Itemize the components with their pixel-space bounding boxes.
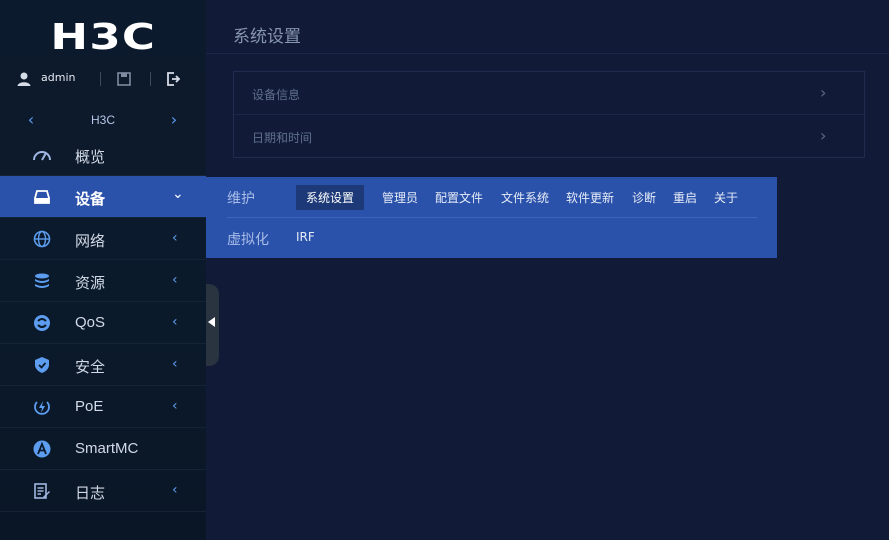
smartmc-icon (33, 440, 51, 458)
nav-label: 网络 (75, 233, 106, 250)
database-icon (35, 273, 49, 288)
divider (150, 72, 151, 86)
nav-caret (172, 440, 184, 456)
nav-item-smartmc[interactable]: SmartMC (0, 428, 206, 470)
submenu-link-diagnostics[interactable]: 诊断 (632, 189, 656, 206)
user-bar: admin (0, 66, 206, 92)
submenu-link-system-settings[interactable]: 系统设置 (296, 185, 365, 210)
nav-label: 日志 (75, 485, 106, 502)
submenu-group-label: 维护 (227, 191, 255, 207)
settings-panel: 设备信息 › 日期和时间 › (233, 71, 865, 158)
page-title: 系统设置 (233, 27, 301, 46)
nav-caret (172, 146, 184, 162)
nav-item-resources[interactable]: 资源 ‹ (0, 260, 206, 302)
save-icon[interactable] (116, 71, 132, 87)
chevron-right-icon: › (820, 83, 827, 102)
nav-label: PoE (75, 398, 104, 415)
submenu-link-reboot[interactable]: 重启 (673, 189, 697, 206)
chevron-left-icon: ‹ (172, 356, 178, 372)
nav-item-log[interactable]: 日志 ‹ (0, 470, 206, 512)
submenu-link-file-system[interactable]: 文件系统 (501, 189, 549, 206)
row-label: 日期和时间 (252, 131, 313, 145)
submenu-link-config-file[interactable]: 配置文件 (435, 189, 483, 206)
nav-item-network[interactable]: 网络 ‹ (0, 218, 206, 260)
poe-icon (34, 401, 50, 415)
username: admin (41, 71, 76, 84)
chevron-left-icon: ‹ (172, 272, 178, 288)
nav-item-security[interactable]: 安全 ‹ (0, 344, 206, 386)
nav-label: 概览 (75, 149, 106, 166)
nav-item-device[interactable]: 设备 ⌄ (0, 176, 206, 218)
chevron-down-icon: ⌄ (172, 186, 184, 202)
nav-label: 设备 (75, 191, 106, 208)
logout-icon[interactable] (165, 71, 181, 87)
nav-item-overview[interactable]: 概览 (0, 134, 206, 176)
chevron-right-icon: › (820, 126, 827, 145)
main-content: 系统设置 设备信息 › 日期和时间 › (206, 0, 889, 540)
submenu-link-admin[interactable]: 管理员 (382, 189, 418, 206)
next-device-icon[interactable]: › (166, 112, 182, 128)
nav-label: SmartMC (75, 440, 139, 457)
nav-item-poe[interactable]: PoE ‹ (0, 386, 206, 428)
divider (206, 53, 889, 54)
chevron-left-icon: ‹ (172, 314, 178, 330)
shield-icon (35, 357, 49, 373)
globe-icon (33, 230, 51, 248)
submenu-link-irf[interactable]: IRF (296, 230, 315, 244)
brand-logo: H3C (0, 18, 206, 58)
device-switcher: ‹ H3C › (0, 108, 206, 134)
settings-row-date-time[interactable]: 日期和时间 › (234, 115, 864, 158)
nav-label: QoS (75, 314, 106, 331)
qos-icon (34, 315, 50, 331)
dashboard-icon (33, 151, 51, 161)
log-icon (34, 483, 50, 499)
submenu-link-software-update[interactable]: 软件更新 (566, 189, 614, 206)
submenu-group-label: 虚拟化 (227, 232, 269, 248)
nav-menu: 概览 设备 ⌄ 网络 ‹ 资源 ‹ QoS ‹ 安全 ‹ PoE ‹ Smart… (0, 134, 206, 512)
chevron-left-icon: ‹ (172, 482, 178, 498)
sidebar: H3C admin ‹ H3C › 概览 设备 ⌄ 网络 ‹ 资源 ‹ QoS … (0, 0, 206, 540)
submenu-group-maintenance: 维护 系统设置 管理员 配置文件 文件系统 软件更新 诊断 重启 关于 (206, 177, 777, 217)
logo-text: H3C (50, 17, 156, 58)
user-icon (17, 72, 31, 86)
submenu-link-about[interactable]: 关于 (714, 189, 738, 206)
device-icon (34, 190, 50, 204)
submenu-group-virtualization: 虚拟化 IRF (206, 218, 777, 258)
nav-label: 资源 (75, 275, 106, 292)
row-label: 设备信息 (252, 88, 301, 102)
chevron-left-icon: ‹ (172, 398, 178, 414)
device-submenu: 维护 系统设置 管理员 配置文件 文件系统 软件更新 诊断 重启 关于 虚拟化 … (206, 177, 777, 258)
settings-row-device-info[interactable]: 设备信息 › (234, 72, 864, 115)
chevron-left-icon: ‹ (172, 230, 178, 246)
divider (100, 72, 101, 86)
nav-item-qos[interactable]: QoS ‹ (0, 302, 206, 344)
nav-label: 安全 (75, 359, 106, 376)
